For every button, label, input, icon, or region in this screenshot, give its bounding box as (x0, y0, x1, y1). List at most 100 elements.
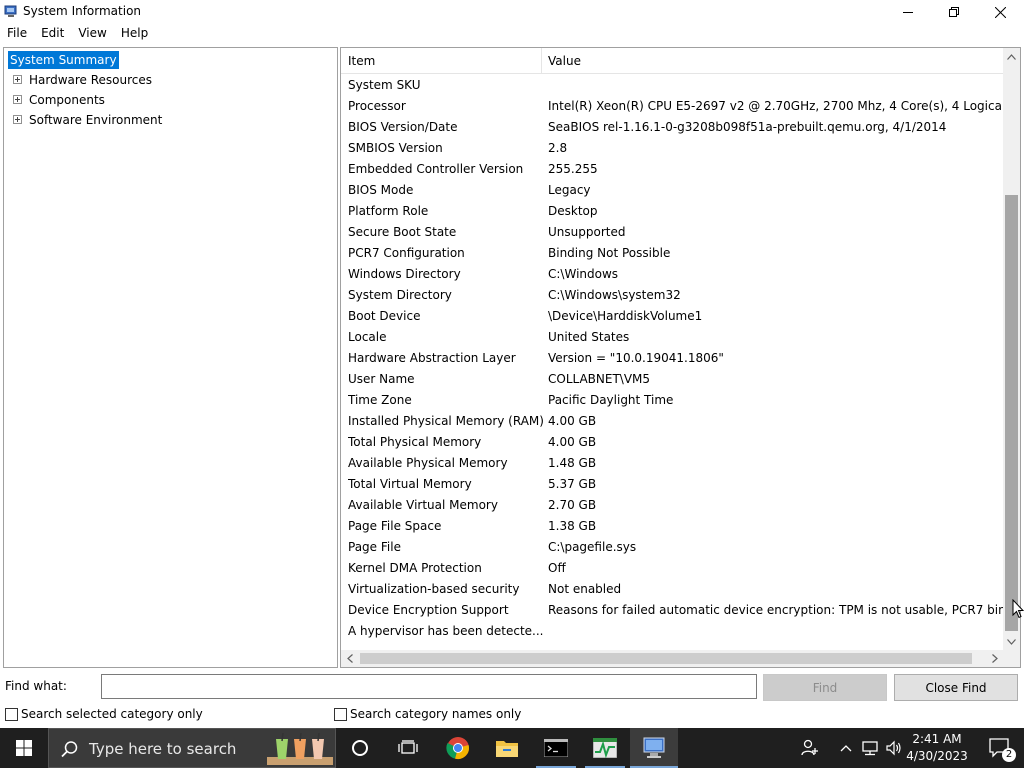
taskbar-chrome[interactable] (434, 728, 482, 768)
column-divider[interactable] (541, 48, 542, 74)
table-row[interactable]: Windows Directory C:\Windows (341, 264, 1003, 285)
details-list[interactable]: Item Value System SKU Processor Intel(R) X… (340, 47, 1021, 668)
row-item-cell: Platform Role (348, 204, 429, 218)
column-header-value[interactable]: Value (548, 54, 581, 68)
find-button[interactable]: Find (763, 674, 887, 701)
row-value-cell: C:\pagefile.sys (548, 540, 637, 554)
close-find-button[interactable]: Close Find (894, 674, 1018, 701)
scroll-down-button[interactable] (1003, 633, 1020, 650)
row-item-cell: Windows Directory (348, 267, 461, 281)
table-row[interactable]: Boot Device \Device\HarddiskVolume1 (341, 306, 1003, 327)
chevron-left-icon (346, 654, 353, 663)
taskbar-search-box[interactable]: Type here to search (48, 728, 336, 768)
table-row[interactable]: Installed Physical Memory (RAM) 4.00 GB (341, 411, 1003, 432)
system-information-app-icon (4, 5, 17, 17)
chevron-up-icon (840, 745, 852, 752)
task-view-button[interactable] (384, 728, 432, 768)
tree-item-components[interactable]: Components (29, 92, 105, 108)
list-header: Item Value (341, 48, 1004, 74)
table-row[interactable]: System SKU (341, 75, 1003, 96)
taskbar-system-information[interactable] (630, 728, 678, 768)
table-row[interactable]: System Directory C:\Windows\system32 (341, 285, 1003, 306)
table-row[interactable]: Secure Boot State Unsupported (341, 222, 1003, 243)
horizontal-scrollbar[interactable] (341, 650, 1003, 667)
menu-help[interactable]: Help (114, 24, 155, 43)
system-information-icon (643, 737, 665, 758)
table-row[interactable]: BIOS Mode Legacy (341, 180, 1003, 201)
table-row[interactable]: Kernel DMA Protection Off (341, 558, 1003, 579)
close-button[interactable] (977, 0, 1023, 24)
notification-count-badge: 2 (1002, 748, 1016, 762)
table-row[interactable]: Total Virtual Memory 5.37 GB (341, 474, 1003, 495)
table-row[interactable]: Device Encryption Support Reasons for fai… (341, 600, 1003, 621)
scroll-right-button[interactable] (986, 650, 1003, 667)
vertical-scrollbar[interactable] (1003, 48, 1020, 650)
tree-item-hardware-resources[interactable]: Hardware Resources (29, 72, 152, 88)
row-item-cell: Page File Space (348, 519, 442, 533)
table-row[interactable]: Processor Intel(R) Xeon(R) CPU E5-2697 v2… (341, 96, 1003, 117)
table-row[interactable]: Virtualization-based security Not enabled (341, 579, 1003, 600)
find-what-label: Find what: (5, 679, 67, 693)
search-selected-category-option[interactable]: Search selected category only (5, 707, 203, 721)
network-button[interactable] (858, 728, 882, 768)
table-row[interactable]: Available Physical Memory 1.48 GB (341, 453, 1003, 474)
scroll-left-button[interactable] (341, 650, 358, 667)
row-item-cell: Available Physical Memory (348, 456, 508, 470)
vertical-scroll-thumb[interactable] (1005, 195, 1018, 631)
show-hidden-icons-button[interactable] (834, 728, 858, 768)
row-value-cell: Version = "10.0.19041.1806" (548, 351, 724, 365)
row-item-cell: Available Virtual Memory (348, 498, 498, 512)
action-center-button[interactable]: 2 (976, 728, 1024, 768)
menu-bar: File Edit View Help (0, 24, 1024, 43)
people-button[interactable] (786, 728, 834, 768)
taskbar: Type here to search 2:41 AM 4/30/2023 2 (0, 728, 1024, 768)
table-row[interactable]: Locale United States (341, 327, 1003, 348)
table-row[interactable]: A hypervisor has been detecte... (341, 621, 1003, 642)
table-row[interactable]: Time Zone Pacific Daylight Time (341, 390, 1003, 411)
table-row[interactable]: Available Virtual Memory 2.70 GB (341, 495, 1003, 516)
tree-item-system-summary[interactable]: System Summary (8, 51, 119, 69)
table-row[interactable]: Embedded Controller Version 255.255 (341, 159, 1003, 180)
table-row[interactable]: Platform Role Desktop (341, 201, 1003, 222)
taskbar-clock[interactable]: 2:41 AM 4/30/2023 (906, 731, 968, 765)
restore-button[interactable] (931, 0, 977, 24)
clock-date: 4/30/2023 (906, 749, 968, 763)
table-row[interactable]: Page File C:\pagefile.sys (341, 537, 1003, 558)
scroll-up-button[interactable] (1003, 48, 1020, 65)
volume-button[interactable] (882, 728, 906, 768)
row-item-cell: System SKU (348, 78, 421, 92)
row-value-cell: Desktop (548, 204, 598, 218)
column-header-item[interactable]: Item (348, 54, 375, 68)
table-row[interactable]: User Name COLLABNET\VM5 (341, 369, 1003, 390)
menu-file[interactable]: File (0, 24, 34, 43)
table-row[interactable]: Page File Space 1.38 GB (341, 516, 1003, 537)
horizontal-scroll-thumb[interactable] (360, 653, 972, 664)
find-what-input[interactable] (101, 674, 757, 699)
menu-view[interactable]: View (71, 24, 113, 43)
tree-item-software-environment[interactable]: Software Environment (29, 112, 162, 128)
expand-components-icon[interactable] (13, 95, 22, 104)
minimize-button[interactable] (885, 0, 931, 24)
expand-hardware-resources-icon[interactable] (13, 75, 22, 84)
taskbar-task-manager[interactable] (581, 728, 629, 768)
table-row[interactable]: SMBIOS Version 2.8 (341, 138, 1003, 159)
search-category-names-checkbox[interactable] (334, 707, 347, 721)
row-item-cell: Total Physical Memory (348, 435, 482, 449)
start-button[interactable] (0, 728, 48, 768)
table-row[interactable]: PCR7 Configuration Binding Not Possible (341, 243, 1003, 264)
row-value-cell: 4.00 GB (548, 414, 597, 428)
taskbar-file-explorer[interactable] (483, 728, 531, 768)
table-row[interactable]: Total Physical Memory 4.00 GB (341, 432, 1003, 453)
row-value-cell: Pacific Daylight Time (548, 393, 674, 407)
expand-software-environment-icon[interactable] (13, 115, 22, 124)
row-item-cell: Installed Physical Memory (RAM) (348, 414, 543, 428)
table-row[interactable]: BIOS Version/Date SeaBIOS rel-1.16.1-0-g3… (341, 117, 1003, 138)
menu-edit[interactable]: Edit (34, 24, 71, 43)
taskbar-command-prompt[interactable] (532, 728, 580, 768)
cortana-button[interactable] (336, 728, 384, 768)
row-item-cell: Kernel DMA Protection (348, 561, 482, 575)
search-selected-category-checkbox[interactable] (5, 707, 18, 721)
category-tree[interactable]: System Summary Hardware Resources Compon… (3, 47, 338, 668)
search-category-names-option[interactable]: Search category names only (334, 707, 521, 721)
table-row[interactable]: Hardware Abstraction Layer Version = "10.… (341, 348, 1003, 369)
